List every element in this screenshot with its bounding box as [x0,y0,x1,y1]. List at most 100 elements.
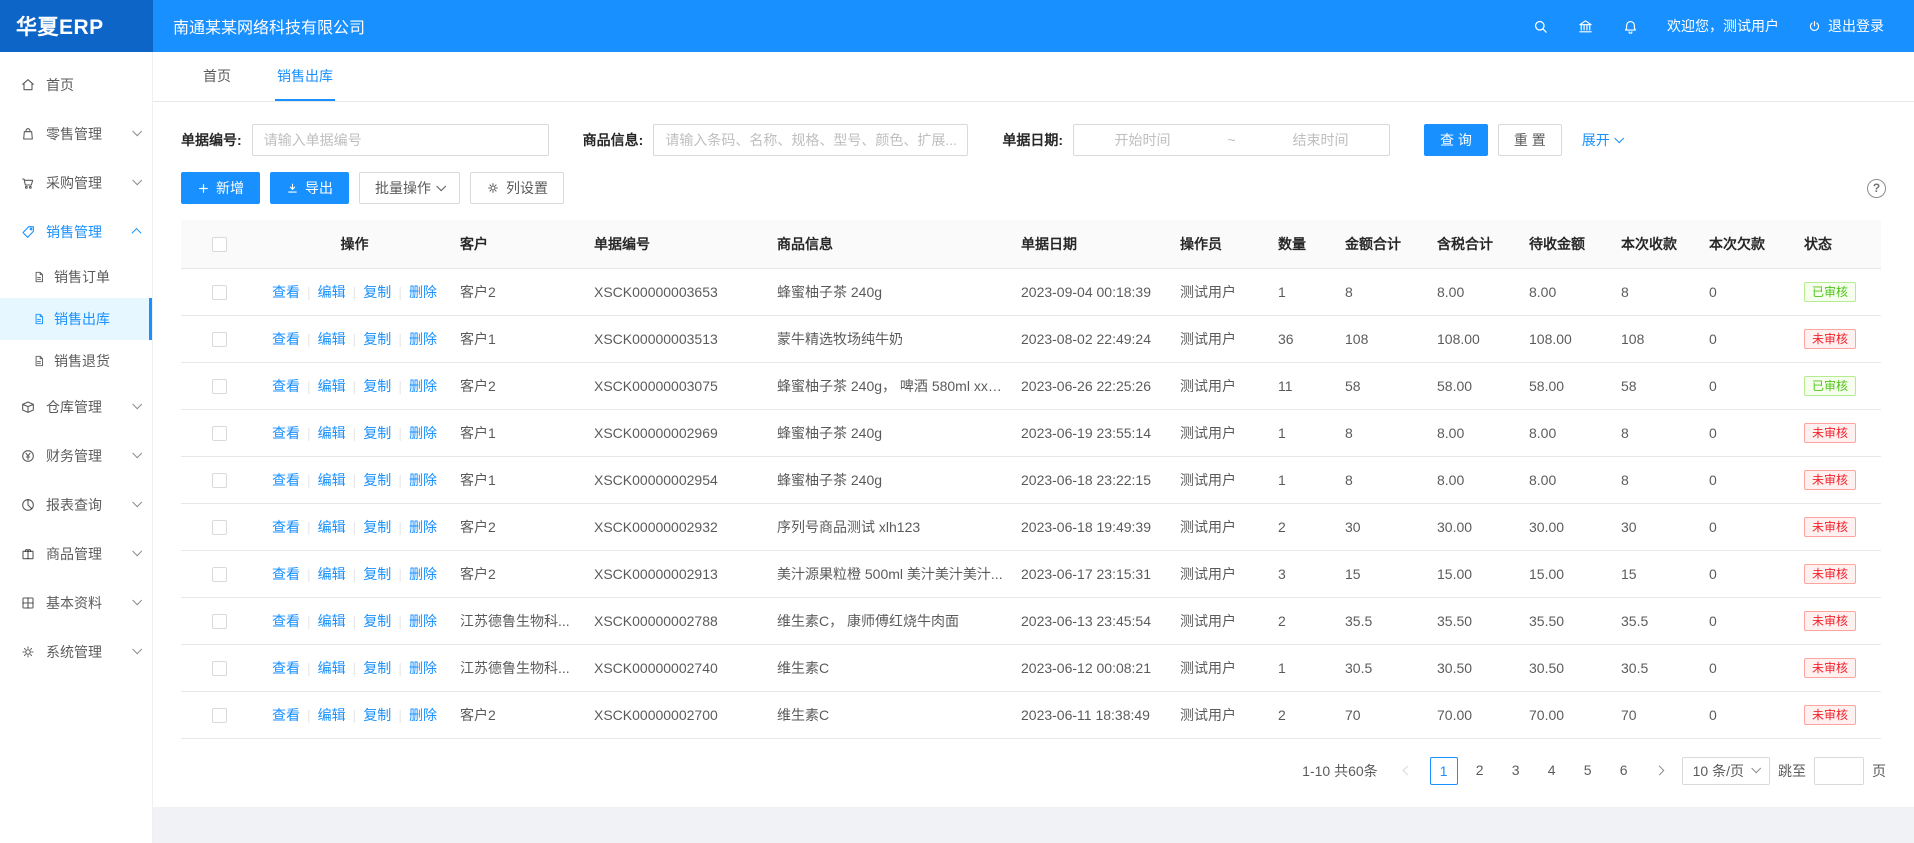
row-action-view[interactable]: 查看 [272,284,300,300]
row-action-copy[interactable]: 复制 [363,566,391,582]
row-action-edit[interactable]: 编辑 [318,660,346,676]
row-action-view[interactable]: 查看 [272,425,300,441]
row-action-delete[interactable]: 删除 [409,660,437,676]
row-checkbox[interactable] [212,614,227,629]
page-button-6[interactable]: 6 [1610,757,1638,785]
row-action-copy[interactable]: 复制 [363,613,391,629]
tab-sales-outbound[interactable]: 销售出库 [275,52,335,101]
export-button[interactable]: 导出 [270,172,349,204]
page-button-4[interactable]: 4 [1538,757,1566,785]
row-action-copy[interactable]: 复制 [363,378,391,394]
row-action-copy[interactable]: 复制 [363,331,391,347]
row-action-delete[interactable]: 删除 [409,284,437,300]
row-checkbox[interactable] [212,567,227,582]
jump-page-input[interactable] [1814,757,1864,785]
next-page-button[interactable] [1646,757,1674,785]
row-action-delete[interactable]: 删除 [409,378,437,394]
table-row: 查看|编辑|复制|删除江苏德鲁生物科...XSCK00000002740维生素C… [181,644,1881,691]
row-checkbox[interactable] [212,426,227,441]
content-panel: 单据编号: 商品信息: 单据日期: 开始时间 ~ 结束时间 查 询 重 置 [153,102,1914,807]
sidebar-item-sales-return[interactable]: 销售退货 [0,340,152,382]
row-action-view[interactable]: 查看 [272,472,300,488]
row-action-edit[interactable]: 编辑 [318,613,346,629]
row-action-view[interactable]: 查看 [272,378,300,394]
row-checkbox[interactable] [212,285,227,300]
row-action-edit[interactable]: 编辑 [318,378,346,394]
prev-page-button[interactable] [1394,757,1422,785]
page-button-3[interactable]: 3 [1502,757,1530,785]
row-action-copy[interactable]: 复制 [363,284,391,300]
row-action-edit[interactable]: 编辑 [318,284,346,300]
row-checkbox[interactable] [212,661,227,676]
select-all-checkbox[interactable] [212,237,227,252]
product-input[interactable] [653,124,968,156]
logout-button[interactable]: 退出登录 [1807,16,1884,36]
row-action-copy[interactable]: 复制 [363,660,391,676]
sidebar-item-basic-data[interactable]: 基本资料 [0,578,152,627]
jump-suffix: 页 [1872,761,1886,781]
row-action-edit[interactable]: 编辑 [318,472,346,488]
row-checkbox[interactable] [212,708,227,723]
sidebar-item-finance[interactable]: 财务管理 [0,431,152,480]
row-action-edit[interactable]: 编辑 [318,566,346,582]
row-action-copy[interactable]: 复制 [363,472,391,488]
reset-button[interactable]: 重 置 [1498,124,1562,156]
search-button[interactable]: 查 询 [1424,124,1488,156]
row-checkbox[interactable] [212,520,227,535]
cell-bill_no: XSCK00000002700 [586,691,769,738]
page-button-5[interactable]: 5 [1574,757,1602,785]
row-action-edit[interactable]: 编辑 [318,425,346,441]
sidebar-item-retail[interactable]: 零售管理 [0,109,152,158]
row-action-view[interactable]: 查看 [272,331,300,347]
row-action-view[interactable]: 查看 [272,566,300,582]
row-action-delete[interactable]: 删除 [409,472,437,488]
bank-icon[interactable] [1577,18,1594,35]
row-action-delete[interactable]: 删除 [409,707,437,723]
row-action-delete[interactable]: 删除 [409,566,437,582]
bell-icon[interactable] [1622,18,1639,35]
row-action-delete[interactable]: 删除 [409,519,437,535]
page-size-select[interactable]: 10 条/页 [1682,757,1770,785]
row-action-copy[interactable]: 复制 [363,707,391,723]
sidebar-item-sales-order[interactable]: 销售订单 [0,256,152,298]
row-action-edit[interactable]: 编辑 [318,519,346,535]
sidebar-item-system[interactable]: 系统管理 [0,627,152,676]
row-action-copy[interactable]: 复制 [363,425,391,441]
expand-link[interactable]: 展开 [1582,130,1622,150]
row-action-delete[interactable]: 删除 [409,331,437,347]
tab-home[interactable]: 首页 [201,52,233,101]
sidebar-item-report[interactable]: 报表查询 [0,480,152,529]
help-icon[interactable]: ? [1867,179,1886,198]
row-action-view[interactable]: 查看 [272,660,300,676]
date-range-input[interactable]: 开始时间 ~ 结束时间 [1073,124,1390,156]
row-action-copy[interactable]: 复制 [363,519,391,535]
row-action-view[interactable]: 查看 [272,613,300,629]
row-action-view[interactable]: 查看 [272,707,300,723]
cell-receivable: 8.00 [1521,268,1613,315]
page-button-2[interactable]: 2 [1466,757,1494,785]
row-checkbox[interactable] [212,379,227,394]
sidebar-item-goods[interactable]: 商品管理 [0,529,152,578]
column-settings-button[interactable]: 列设置 [470,172,564,204]
cell-date: 2023-06-17 23:15:31 [1013,550,1172,597]
row-action-delete[interactable]: 删除 [409,425,437,441]
row-action-view[interactable]: 查看 [272,519,300,535]
batch-operations-button[interactable]: 批量操作 [359,172,460,204]
search-icon[interactable] [1532,18,1549,35]
action-separator: | [307,660,311,676]
sidebar-item-warehouse[interactable]: 仓库管理 [0,382,152,431]
action-separator: | [398,425,402,441]
row-action-edit[interactable]: 编辑 [318,331,346,347]
bill-no-input[interactable] [252,124,549,156]
page-button-1[interactable]: 1 [1430,757,1458,785]
add-button[interactable]: 新增 [181,172,260,204]
sidebar-item-home[interactable]: 首页 [0,60,152,109]
sidebar-item-sales[interactable]: 销售管理 [0,207,152,256]
row-checkbox[interactable] [212,332,227,347]
row-action-delete[interactable]: 删除 [409,613,437,629]
row-action-edit[interactable]: 编辑 [318,707,346,723]
row-checkbox[interactable] [212,473,227,488]
user-welcome[interactable]: 欢迎您，测试用户 [1667,16,1779,36]
sidebar-item-purchase[interactable]: 采购管理 [0,158,152,207]
sidebar-item-sales-outbound[interactable]: 销售出库 [0,298,152,340]
